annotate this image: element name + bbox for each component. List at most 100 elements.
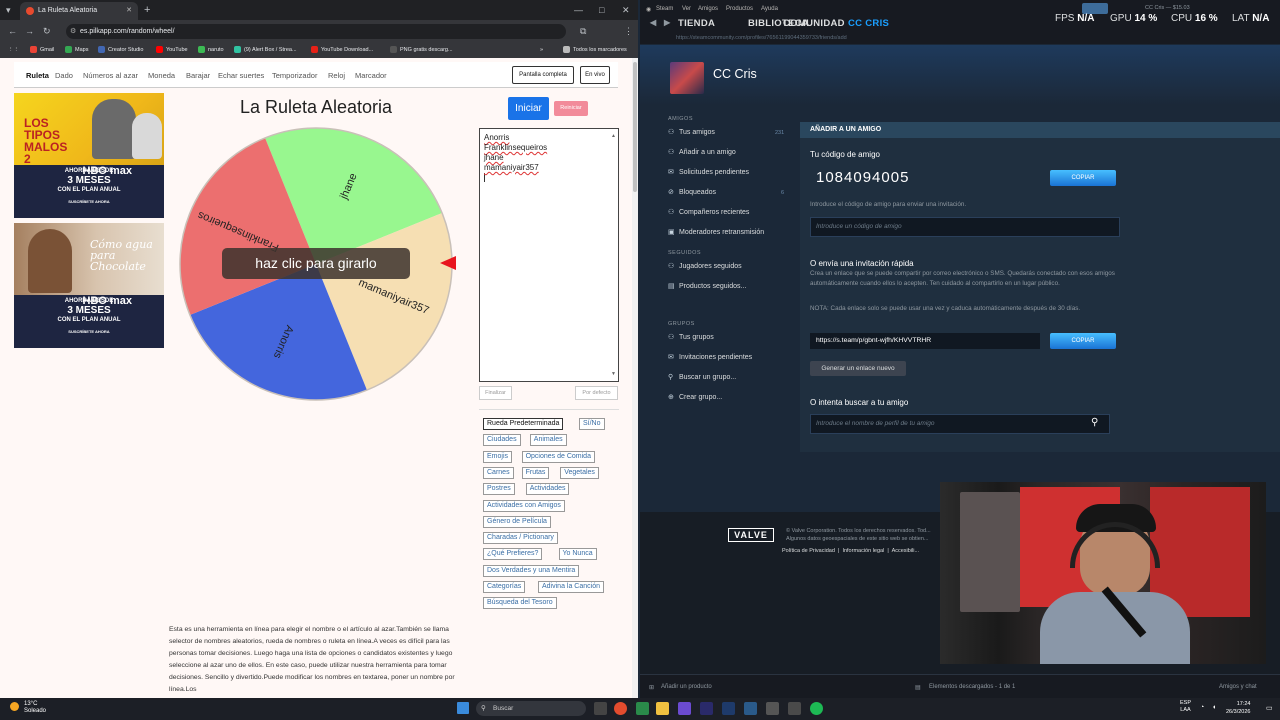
chrome-taskbar-icon[interactable] xyxy=(614,702,627,715)
steam-back-icon[interactable]: ◀ xyxy=(650,18,656,27)
minimize-button[interactable]: — xyxy=(574,0,583,20)
sidebar-item-your-groups[interactable]: ⚇ Tus grupos xyxy=(668,333,714,343)
wifi-icon[interactable]: ◔ xyxy=(1200,704,1204,711)
nav-ruleta[interactable]: Ruleta xyxy=(26,71,49,80)
tab-close-icon[interactable]: ✕ xyxy=(126,2,132,20)
avatar[interactable] xyxy=(670,62,704,94)
preset-chip[interactable]: Postres xyxy=(483,483,515,496)
chrome-menu-icon[interactable]: ⋮ xyxy=(624,21,633,41)
menu-ver[interactable]: Ver xyxy=(682,6,691,12)
live-button[interactable]: En vivo xyxy=(580,66,610,84)
preset-chip[interactable]: Actividades con Amigos xyxy=(483,499,565,512)
close-window-button[interactable]: ✕ xyxy=(622,0,630,20)
scrollbar-thumb[interactable] xyxy=(633,62,637,192)
photoshop-taskbar-icon[interactable] xyxy=(722,702,735,715)
bookmark-png[interactable]: PNG gratis descarg... xyxy=(390,42,453,58)
textarea-scroll-up-icon[interactable]: ▲ xyxy=(611,131,616,141)
bookmark-youtube[interactable]: YouTube xyxy=(156,42,188,58)
nav-echar-suertes[interactable]: Echar suertes xyxy=(218,71,264,80)
taskbar-search[interactable]: ⚲ Buscar xyxy=(476,701,586,716)
account-balance[interactable]: CC Cris — $15.03 xyxy=(1145,5,1190,11)
sidebar-item-followed-players[interactable]: ⚇ Jugadores seguidos xyxy=(668,262,742,272)
preset-chip[interactable]: Sí/No xyxy=(579,418,605,430)
language-indicator[interactable]: ESP LAA xyxy=(1180,700,1191,714)
all-bookmarks-folder[interactable]: Todos los marcadores xyxy=(563,42,627,58)
app2-taskbar-icon[interactable] xyxy=(678,702,691,715)
preset-chip[interactable]: Adivina la Canción xyxy=(538,581,604,593)
preset-chip[interactable]: Charadas / Pictionary xyxy=(483,532,558,545)
volume-icon[interactable]: ◖ xyxy=(1212,704,1216,711)
nav-reloj[interactable]: Reloj xyxy=(328,71,345,80)
menu-productos[interactable]: Productos xyxy=(726,6,753,12)
clock[interactable]: 17:24 26/3/2026 xyxy=(1226,700,1250,716)
apps-icon[interactable]: ⋮⋮ xyxy=(8,42,19,58)
nav-tienda[interactable]: TIENDA xyxy=(678,18,715,29)
bookmarks-more-button[interactable]: » xyxy=(540,42,543,58)
link-accessibility[interactable]: Accesibili... xyxy=(892,548,920,554)
explorer-taskbar-icon[interactable] xyxy=(656,702,669,715)
maximize-button[interactable]: □ xyxy=(599,0,604,20)
nav-temporizador[interactable]: Temporizador xyxy=(272,71,317,80)
sidebar-item-blocked[interactable]: ⊘ Bloqueados xyxy=(668,188,716,198)
menu-amigos[interactable]: Amigos xyxy=(698,6,718,12)
search-icon[interactable]: ⚲ xyxy=(1091,417,1098,428)
tab-ruleta[interactable]: La Ruleta Aleatoria ✕ xyxy=(20,2,138,20)
app3-taskbar-icon[interactable] xyxy=(766,702,779,715)
sidebar-item-followed-products[interactable]: ▤ Productos seguidos... xyxy=(668,282,746,292)
steam-taskbar-icon[interactable] xyxy=(744,702,757,715)
app-taskbar-icon[interactable] xyxy=(636,702,649,715)
reload-button[interactable]: ↻ xyxy=(43,21,51,41)
address-bar[interactable]: ⚙ es.pilkapp.com/random/wheel/ xyxy=(66,24,566,39)
forward-button[interactable]: → xyxy=(25,21,34,41)
nav-numeros[interactable]: Números al azar xyxy=(83,71,138,80)
downloads-status[interactable]: Elementos descargados - 1 de 1 xyxy=(929,684,1015,690)
friends-chat-button[interactable]: Amigos y chat xyxy=(1219,684,1257,690)
bookmark-gmail[interactable]: Gmail xyxy=(30,42,54,58)
preset-chip[interactable]: Yo Nunca xyxy=(558,548,597,561)
copy-code-button[interactable]: COPIAR xyxy=(1050,170,1116,186)
preset-chip[interactable]: Emojis xyxy=(483,450,513,463)
bookmark-maps[interactable]: Maps xyxy=(65,42,88,58)
bookmark-alert-box[interactable]: (9) Alert Box / Strea... xyxy=(234,42,297,58)
profile-name[interactable]: CC Cris xyxy=(713,67,757,81)
preset-chip[interactable]: Vegetales xyxy=(560,466,599,479)
sidebar-item-create-group[interactable]: ⊕ Crear grupo... xyxy=(668,393,722,403)
sidebar-item-invitations[interactable]: ✉ Invitaciones pendientes xyxy=(668,353,752,363)
search-friend-input[interactable]: Introduce el nombre de perfil de tu amig… xyxy=(810,414,1110,434)
site-info-icon[interactable]: ⚙ xyxy=(70,24,76,39)
spotify-taskbar-icon[interactable] xyxy=(810,702,823,715)
spin-overlay[interactable]: haz clic para girarlo xyxy=(222,248,410,279)
link-privacy[interactable]: Política de Privacidad xyxy=(782,548,835,554)
add-product-icon[interactable]: ⊞ xyxy=(649,684,654,691)
nav-dado[interactable]: Dado xyxy=(55,71,73,80)
preset-chip[interactable]: Ciudades xyxy=(483,434,521,447)
preset-chip[interactable]: Dos Verdades y una Mentira xyxy=(483,564,580,577)
preset-chip[interactable]: Carnes xyxy=(483,466,514,479)
sidebar-item-moderators[interactable]: ▣ Moderadores retransmisión xyxy=(668,228,764,238)
new-tab-button[interactable]: + xyxy=(144,0,150,20)
preset-chip[interactable]: ¿Qué Prefieres? xyxy=(483,548,543,561)
friend-code-input[interactable]: Introduce un código de amigo xyxy=(810,217,1120,237)
downloads-icon[interactable]: ▤ xyxy=(915,684,921,691)
generate-link-button[interactable]: Generar un enlace nuevo xyxy=(810,361,906,376)
nav-moneda[interactable]: Moneda xyxy=(148,71,175,80)
page-scrollbar[interactable] xyxy=(632,58,638,698)
task-view-icon[interactable] xyxy=(594,702,607,715)
back-button[interactable]: ← xyxy=(8,21,17,41)
sidebar-item-pending[interactable]: ✉ Solicitudes pendientes xyxy=(668,168,749,178)
bookmark-creator-studio[interactable]: Creator Studio xyxy=(98,42,143,58)
sidebar-item-search-group[interactable]: ⚲ Buscar un grupo... xyxy=(668,373,736,383)
tab-search-icon[interactable]: ▾ xyxy=(6,0,11,20)
nav-comunidad[interactable]: COMUNIDAD xyxy=(783,18,845,29)
preset-chip[interactable]: Género de Película xyxy=(483,515,551,528)
nav-marcador[interactable]: Marcador xyxy=(355,71,387,80)
bookmark-naruto[interactable]: naruto xyxy=(198,42,224,58)
weather-widget[interactable]: 13°C Soleado xyxy=(24,701,46,715)
ad-banner-2[interactable]: Cómo agua para Chocolate AHORRA DESDE 3 … xyxy=(14,223,164,348)
reset-button[interactable]: Reiniciar xyxy=(554,101,588,116)
nav-cc-cris[interactable]: CC CRIS xyxy=(848,18,889,29)
preset-chip[interactable]: Rueda Predeterminada xyxy=(483,418,564,430)
nav-barajar[interactable]: Barajar xyxy=(186,71,210,80)
preset-chip[interactable]: Actividades xyxy=(525,483,570,496)
preset-chip[interactable]: Búsqueda del Tesoro xyxy=(483,597,557,610)
